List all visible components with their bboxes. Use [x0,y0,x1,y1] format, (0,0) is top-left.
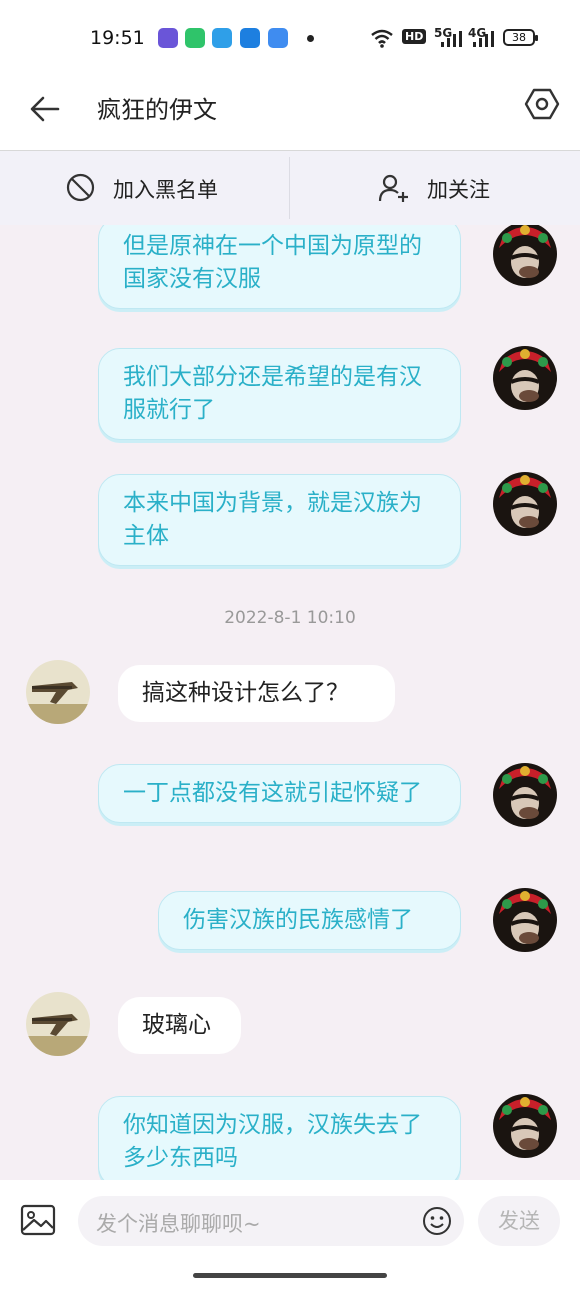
message-timestamp: 2022-8-1 10:10 [224,608,356,628]
my-message-bubble[interactable]: 伤害汉族的民族感情了 [158,891,461,950]
message-input-bar: 发个消息聊聊呗~ 发送 [0,1180,580,1289]
more-notifications-dot [307,35,314,42]
contact-avatar[interactable] [26,660,90,724]
action-bar: 加入黑名单 加关注 [0,151,580,225]
my-message-bubble[interactable]: 一丁点都没有这就引起怀疑了 [98,764,461,823]
emoji-icon[interactable] [422,1206,452,1236]
opera-mask-avatar-image [493,225,557,286]
message-input[interactable]: 发个消息聊聊呗~ [78,1196,464,1246]
wifi-icon [371,29,393,48]
opera-mask-avatar-image [493,763,557,827]
my-avatar[interactable] [493,763,557,827]
send-button[interactable]: 发送 [478,1196,560,1246]
settings-hexagon-icon[interactable] [524,86,560,122]
battery-icon: 38 [503,29,538,46]
add-person-icon [378,174,408,202]
my-message-bubble[interactable]: 你知道因为汉服，汉族失去了多少东西吗 [98,1096,461,1180]
opera-mask-avatar-image [493,888,557,952]
my-message-bubble[interactable]: 我们大部分还是希望的是有汉服就行了 [98,348,461,440]
chat-header: 疯狂的伊文 [0,78,580,151]
pistol-avatar-image [26,660,90,724]
home-indicator[interactable] [193,1273,387,1278]
contact-message-bubble[interactable]: 搞这种设计怎么了？ [118,665,395,722]
signal-icon [473,31,494,47]
contact-message-bubble[interactable]: 玻璃心 [118,997,241,1054]
phone-notification-icon [185,28,205,48]
signal-icon [441,31,462,47]
message-notification-icon [268,28,288,48]
opera-mask-avatar-image [493,346,557,410]
follow-label: 加关注 [427,178,490,202]
blacklist-label: 加入黑名单 [113,178,218,202]
hd-icon: HD [402,29,427,44]
chat-messages[interactable]: 但是原神在一个中国为原型的国家没有汉服 我们大部分还是希望的是有汉服就行了 本来… [0,225,580,1180]
my-avatar[interactable] [493,472,557,536]
notification-app-icon [240,28,260,48]
block-icon [66,173,95,202]
notification-app-icon [158,28,178,48]
status-bar: 19:51 HD 5G 4G 38 [0,0,580,78]
status-time: 19:51 [90,27,145,49]
pistol-avatar-image [26,992,90,1056]
notification-app-icon [212,28,232,48]
message-input-placeholder: 发个消息聊聊呗~ [96,1212,261,1236]
follow-button[interactable]: 加关注 [290,151,579,225]
my-message-bubble[interactable]: 本来中国为背景，就是汉族为主体 [98,474,461,566]
my-message-bubble[interactable]: 但是原神在一个中国为原型的国家没有汉服 [98,225,461,309]
my-avatar[interactable] [493,346,557,410]
image-picker-icon[interactable] [20,1202,56,1238]
opera-mask-avatar-image [493,472,557,536]
my-avatar[interactable] [493,888,557,952]
back-arrow-icon[interactable] [28,92,62,126]
my-avatar[interactable] [493,1094,557,1158]
page-title: 疯狂的伊文 [97,96,217,124]
add-to-blacklist-button[interactable]: 加入黑名单 [0,151,289,225]
contact-avatar[interactable] [26,992,90,1056]
my-avatar[interactable] [493,225,557,286]
opera-mask-avatar-image [493,1094,557,1158]
